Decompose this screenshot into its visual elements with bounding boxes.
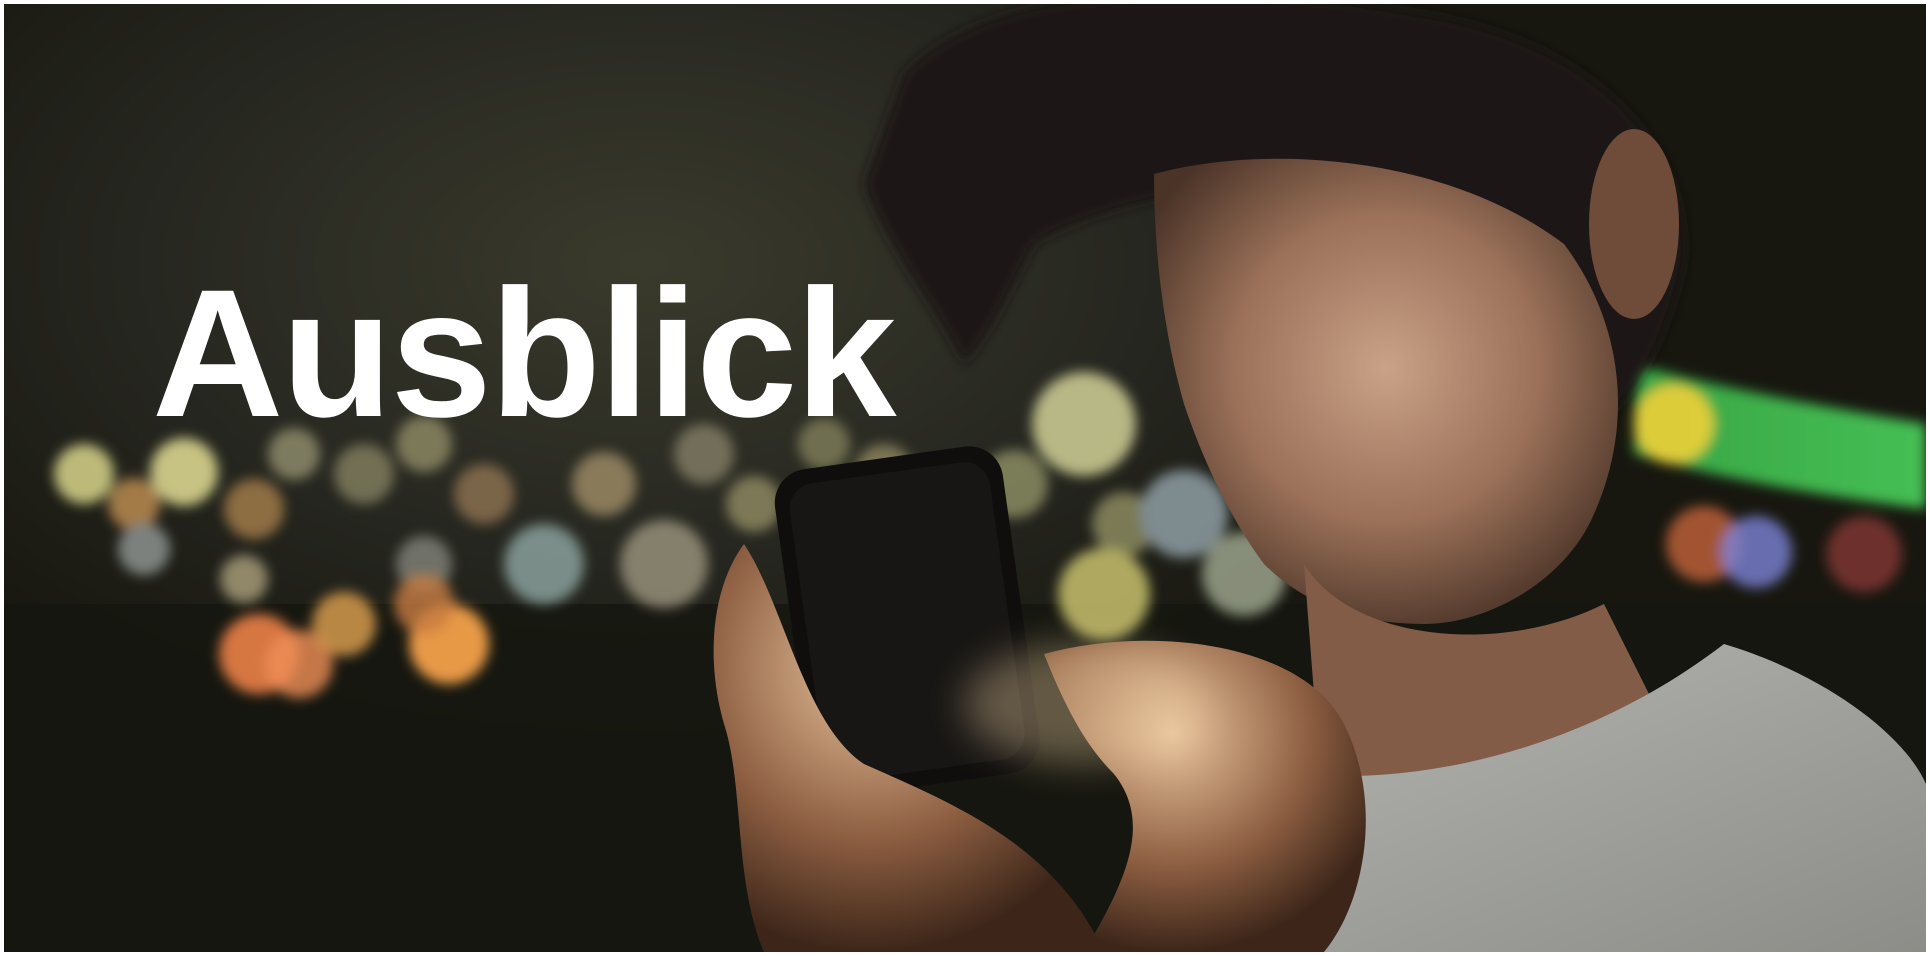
slide-title: Ausblick [152,251,897,455]
screen-glow [964,644,1204,764]
ear [1589,129,1679,319]
slide: Ausblick [4,4,1926,952]
background-photo [4,4,1926,952]
green-light-band [1634,364,1926,592]
